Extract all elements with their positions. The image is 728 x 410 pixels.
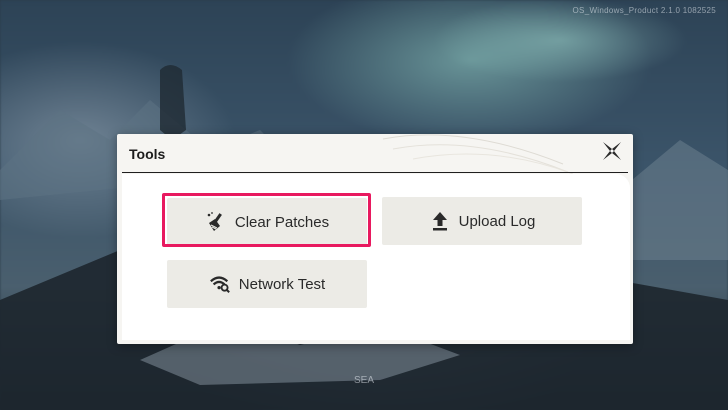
version-label: OS_Windows_Product 2.1.0 1082525 bbox=[572, 6, 716, 15]
upload-log-button[interactable]: Upload Log bbox=[382, 197, 582, 245]
close-button[interactable] bbox=[599, 138, 625, 164]
dialog-ornament bbox=[382, 134, 573, 174]
region-label: SEA bbox=[353, 375, 374, 386]
clear-patches-label: Clear Patches bbox=[234, 213, 330, 231]
broom-icon bbox=[205, 211, 227, 233]
clear-patches-button[interactable]: Clear Patches bbox=[167, 198, 367, 246]
wifi-search-icon bbox=[209, 273, 231, 295]
title-divider bbox=[122, 172, 628, 173]
tools-panel: Clear Patches Upload Log Network Test bbox=[122, 174, 630, 340]
network-test-button[interactable]: Network Test bbox=[167, 260, 367, 308]
close-x-icon bbox=[603, 142, 621, 160]
upload-arrow-icon bbox=[429, 210, 451, 232]
tools-dialog: Tools Clear Patches Upload Log Network T… bbox=[117, 134, 633, 344]
dialog-title: Tools bbox=[129, 146, 166, 162]
upload-log-label: Upload Log bbox=[458, 212, 536, 230]
network-test-label: Network Test bbox=[238, 275, 326, 293]
